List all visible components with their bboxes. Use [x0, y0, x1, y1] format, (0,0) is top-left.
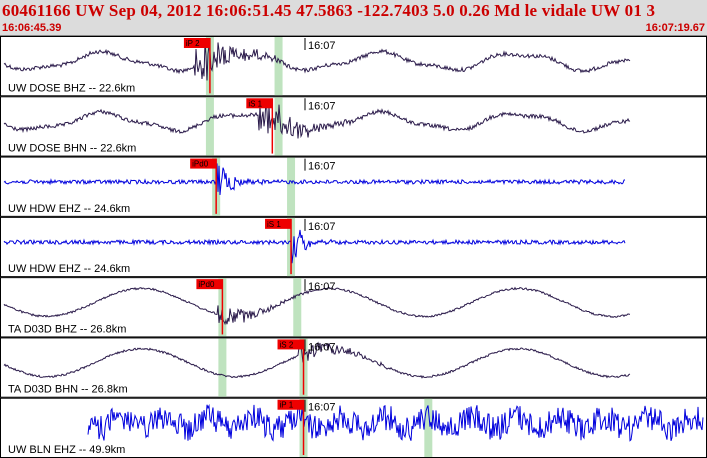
- time-window-highlight: [205, 97, 214, 156]
- time-tick-label: 16:07: [308, 341, 336, 353]
- phase-pick-label: iPd0: [192, 160, 209, 169]
- station-label: TA D03D BHN -- 26.8km: [8, 384, 128, 396]
- trace-panel[interactable]: iS 1 16:07 UW HDW EHZ -- 24.6km: [0, 216, 707, 278]
- station-label: UW HDW EHZ -- 24.6km: [8, 263, 130, 275]
- event-header: 60461166 UW Sep 04, 2012 16:06:51.45 47.…: [0, 0, 707, 36]
- trace-panel[interactable]: iPd0 16:07 TA D03D BHZ -- 26.8km: [0, 277, 707, 338]
- end-time-label: 16:07:19.67: [645, 22, 705, 34]
- station-label: UW BLN EHZ -- 49.9km: [8, 444, 125, 456]
- time-window-highlight: [293, 278, 302, 337]
- phase-pick-label: iS 1: [248, 99, 262, 108]
- trace-panel[interactable]: iP 2 16:07 UW DOSE BHZ -- 22.6km: [0, 36, 707, 97]
- time-tick-label: 16:07: [308, 221, 336, 233]
- station-label: UW DOSE BHN -- 22.6km: [8, 143, 136, 155]
- phase-pick-label: iPd0: [198, 280, 215, 289]
- phase-pick-label: iP 2: [186, 39, 200, 48]
- time-tick-label: 16:07: [308, 161, 336, 173]
- trace-panel[interactable]: iPd0 16:07 UW HDW EHZ -- 24.6km: [0, 156, 707, 217]
- seismogram-canvas[interactable]: iP 2 16:07 UW DOSE BHZ -- 22.6km iS 1 16:07 U…: [0, 36, 707, 458]
- phase-pick-label: iP 1: [280, 401, 294, 410]
- time-tick-label: 16:07: [308, 402, 336, 414]
- phase-pick-label: iS 2: [280, 340, 294, 349]
- station-label: TA D03D BHZ -- 26.8km: [8, 323, 126, 335]
- time-window-highlight: [287, 157, 296, 216]
- trace-panel[interactable]: iS 1 16:07 UW DOSE BHN -- 22.6km: [0, 96, 707, 157]
- time-tick-label: 16:07: [308, 100, 336, 112]
- seismogram-panels[interactable]: iP 2 16:07 UW DOSE BHZ -- 22.6km iS 1 16:07 U…: [0, 36, 707, 458]
- time-tick-label: 16:07: [308, 40, 336, 52]
- station-label: UW HDW EHZ -- 24.6km: [8, 203, 130, 215]
- time-tick-label: 16:07: [308, 281, 336, 293]
- event-title: 60461166 UW Sep 04, 2012 16:06:51.45 47.…: [2, 1, 656, 20]
- waveform-trace: [3, 229, 626, 264]
- trace-panel[interactable]: iS 2 16:07 TA D03D BHN -- 26.8km: [0, 337, 707, 398]
- waveform-trace: [87, 403, 704, 442]
- phase-pick-label: iS 1: [267, 220, 281, 229]
- start-time-label: 16:06:45.39: [2, 22, 62, 34]
- time-window-highlight: [274, 37, 283, 96]
- station-label: UW DOSE BHZ -- 22.6km: [8, 82, 135, 94]
- time-window-highlight: [218, 338, 227, 397]
- trace-panel[interactable]: iP 1 16:07 UW BLN EHZ -- 49.9km: [0, 397, 707, 458]
